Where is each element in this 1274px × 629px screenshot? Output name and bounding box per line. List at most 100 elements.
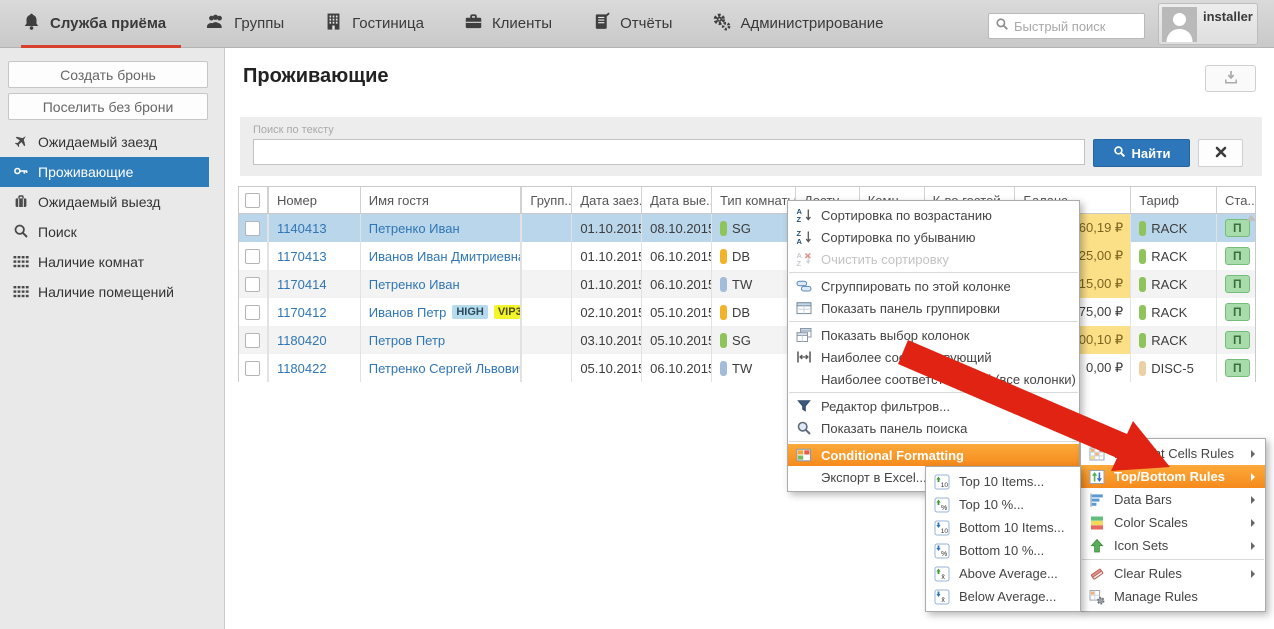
clear-rules-icon bbox=[1089, 566, 1105, 582]
menu-item-color-scales[interactable]: Color Scales bbox=[1081, 511, 1265, 534]
row-checkbox-cell[interactable] bbox=[239, 242, 269, 270]
checkbox[interactable] bbox=[245, 361, 260, 376]
building-icon bbox=[324, 12, 343, 35]
sidebar-item-room-availability[interactable]: Наличие комнат bbox=[0, 247, 209, 277]
scroll-up-icon[interactable] bbox=[1246, 215, 1256, 221]
select-all-checkbox-cell[interactable] bbox=[239, 187, 269, 213]
checkbox[interactable] bbox=[245, 221, 260, 236]
column-header-date-out[interactable]: Дата вые... bbox=[642, 187, 712, 213]
menu-item-top-10-items[interactable]: 10 Top 10 Items... bbox=[926, 470, 1080, 493]
tab-hotel-label: Гостиница bbox=[352, 15, 424, 32]
sidebar-item-residents[interactable]: Проживающие bbox=[0, 157, 209, 187]
column-header-guest-name[interactable]: Имя гостя bbox=[361, 187, 523, 213]
table-row[interactable]: 1180422 Петренко Сергей Львович 05.10.20… bbox=[239, 354, 1255, 382]
tab-reception[interactable]: Служба приёма bbox=[22, 12, 166, 35]
tab-administration[interactable]: Администрирование bbox=[712, 12, 883, 35]
table-row[interactable]: 1170414 Петренко Иван 01.10.2015 06.10.2… bbox=[239, 270, 1255, 298]
menu-item-show-group-panel[interactable]: Показать панель группировки bbox=[788, 297, 1079, 319]
menu-item-column-chooser[interactable]: Показать выбор колонок bbox=[788, 324, 1079, 346]
menu-item-best-fit-all-columns[interactable]: Наиболее соответствующий (все колонки) bbox=[788, 368, 1079, 390]
export-button[interactable] bbox=[1205, 65, 1256, 92]
user-panel[interactable]: installer bbox=[1158, 3, 1258, 45]
conditional-formatting-icon bbox=[796, 447, 812, 463]
cell-room-type: DB bbox=[712, 242, 796, 270]
menu-separator bbox=[789, 321, 1078, 322]
menu-item-best-fit[interactable]: Наиболее соответствующий bbox=[788, 346, 1079, 368]
table-row[interactable]: 1180420 Петров Петр 03.10.2015 05.10.201… bbox=[239, 326, 1255, 354]
room-type-color-pill bbox=[720, 333, 727, 348]
checkbox[interactable] bbox=[245, 249, 260, 264]
menu-item-filter-editor[interactable]: Редактор фильтров... bbox=[788, 395, 1079, 417]
menu-item-above-average[interactable]: x̄ Above Average... bbox=[926, 562, 1080, 585]
submenu-arrow-icon bbox=[1251, 496, 1255, 504]
column-header-room-type[interactable]: Тип комнаты bbox=[712, 187, 796, 213]
menu-item-data-bars[interactable]: Data Bars bbox=[1081, 488, 1265, 511]
search-icon bbox=[995, 17, 1009, 36]
group-panel-icon bbox=[796, 300, 812, 316]
luggage-icon bbox=[13, 193, 29, 212]
tab-hotel[interactable]: Гостиница bbox=[324, 12, 424, 35]
icon-sets-icon bbox=[1089, 538, 1105, 554]
row-checkbox-cell[interactable] bbox=[239, 354, 269, 382]
tab-clients[interactable]: Клиенты bbox=[464, 12, 552, 35]
grid-icon bbox=[13, 283, 29, 302]
menu-item-bottom-10-items[interactable]: 10 Bottom 10 Items... bbox=[926, 516, 1080, 539]
tab-groups[interactable]: Группы bbox=[206, 12, 284, 35]
column-header-tariff[interactable]: Тариф bbox=[1131, 187, 1217, 213]
checkbox[interactable] bbox=[245, 305, 260, 320]
column-header-date-in[interactable]: Дата заез... bbox=[572, 187, 642, 213]
column-header-group[interactable]: Групп... bbox=[522, 187, 572, 213]
sidebar-item-expected-arrival[interactable]: Ожидаемый заезд bbox=[0, 127, 209, 157]
download-icon bbox=[1223, 69, 1239, 88]
column-header-number[interactable]: Номер bbox=[269, 187, 361, 213]
menu-item-highlight-cells-rules[interactable]: Highlight Cells Rules bbox=[1081, 442, 1265, 465]
menu-item-sort-descending[interactable]: ZA Сортировка по убыванию bbox=[788, 226, 1079, 248]
checkbox[interactable] bbox=[245, 277, 260, 292]
menu-item-conditional-formatting[interactable]: Conditional Formatting bbox=[788, 444, 1079, 466]
menu-item-show-search-panel[interactable]: Показать панель поиска bbox=[788, 417, 1079, 439]
checkbox[interactable] bbox=[245, 193, 260, 208]
menu-item-sort-ascending[interactable]: AZ Сортировка по возрастанию bbox=[788, 204, 1079, 226]
status-badge: П bbox=[1225, 247, 1250, 265]
quick-search-input[interactable] bbox=[1014, 19, 1138, 34]
page-title: Проживающие bbox=[243, 65, 389, 88]
tab-reception-label: Служба приёма bbox=[50, 15, 166, 32]
table-row[interactable]: 1170413 Иванов Иван Дмитриевна 01.10.201… bbox=[239, 242, 1255, 270]
column-header-status[interactable]: Ста... bbox=[1217, 187, 1255, 213]
status-badge: П bbox=[1225, 331, 1250, 349]
sidebar-item-premises-availability[interactable]: Наличие помещений bbox=[0, 277, 209, 307]
svg-text:10: 10 bbox=[941, 527, 949, 534]
sidebar-item-expected-departure[interactable]: Ожидаемый выезд bbox=[0, 187, 209, 217]
row-checkbox-cell[interactable] bbox=[239, 326, 269, 354]
menu-item-top-bottom-rules[interactable]: Top/Bottom Rules bbox=[1081, 465, 1265, 488]
menu-item-icon-sets[interactable]: Icon Sets bbox=[1081, 534, 1265, 557]
menu-item-manage-rules[interactable]: Manage Rules bbox=[1081, 585, 1265, 608]
cell-status: П bbox=[1217, 326, 1255, 354]
row-checkbox-cell[interactable] bbox=[239, 298, 269, 326]
cell-tariff: RACK bbox=[1131, 298, 1217, 326]
table-row[interactable]: 1170412 Иванов ПетрHIGHVIP3 02.10.2015 0… bbox=[239, 298, 1255, 326]
status-badge: П bbox=[1225, 359, 1250, 377]
menu-item-clear-sorting[interactable]: AZ Очистить сортировку bbox=[788, 248, 1079, 270]
menu-item-below-average[interactable]: x̄ Below Average... bbox=[926, 585, 1080, 608]
sidebar-item-search[interactable]: Поиск bbox=[0, 217, 209, 247]
menu-item-bottom-10-percent[interactable]: % Bottom 10 %... bbox=[926, 539, 1080, 562]
checkbox[interactable] bbox=[245, 333, 260, 348]
menu-item-group-by-column[interactable]: Сгруппировать по этой колонке bbox=[788, 275, 1079, 297]
sidebar: Создать бронь Поселить без брони Ожидаем… bbox=[0, 48, 225, 629]
create-booking-button[interactable]: Создать бронь bbox=[8, 61, 208, 88]
cell-number: 1140413 bbox=[269, 214, 361, 242]
checkin-without-booking-button[interactable]: Поселить без брони bbox=[8, 93, 208, 120]
find-button[interactable]: Найти bbox=[1093, 139, 1190, 167]
table-row[interactable]: 1140413 Петренко Иван 01.10.2015 08.10.2… bbox=[239, 214, 1255, 242]
text-search-input[interactable] bbox=[253, 139, 1085, 165]
menu-item-top-10-percent[interactable]: % Top 10 %... bbox=[926, 493, 1080, 516]
tab-reports[interactable]: Отчёты bbox=[592, 12, 672, 35]
row-checkbox-cell[interactable] bbox=[239, 214, 269, 242]
grid-context-menu: AZ Сортировка по возрастанию ZA Сортиров… bbox=[787, 200, 1080, 492]
menu-item-clear-rules[interactable]: Clear Rules bbox=[1081, 562, 1265, 585]
row-checkbox-cell[interactable] bbox=[239, 270, 269, 298]
room-type-color-pill bbox=[720, 221, 727, 236]
search-panel-icon bbox=[796, 420, 812, 436]
clear-search-button[interactable] bbox=[1198, 139, 1243, 167]
